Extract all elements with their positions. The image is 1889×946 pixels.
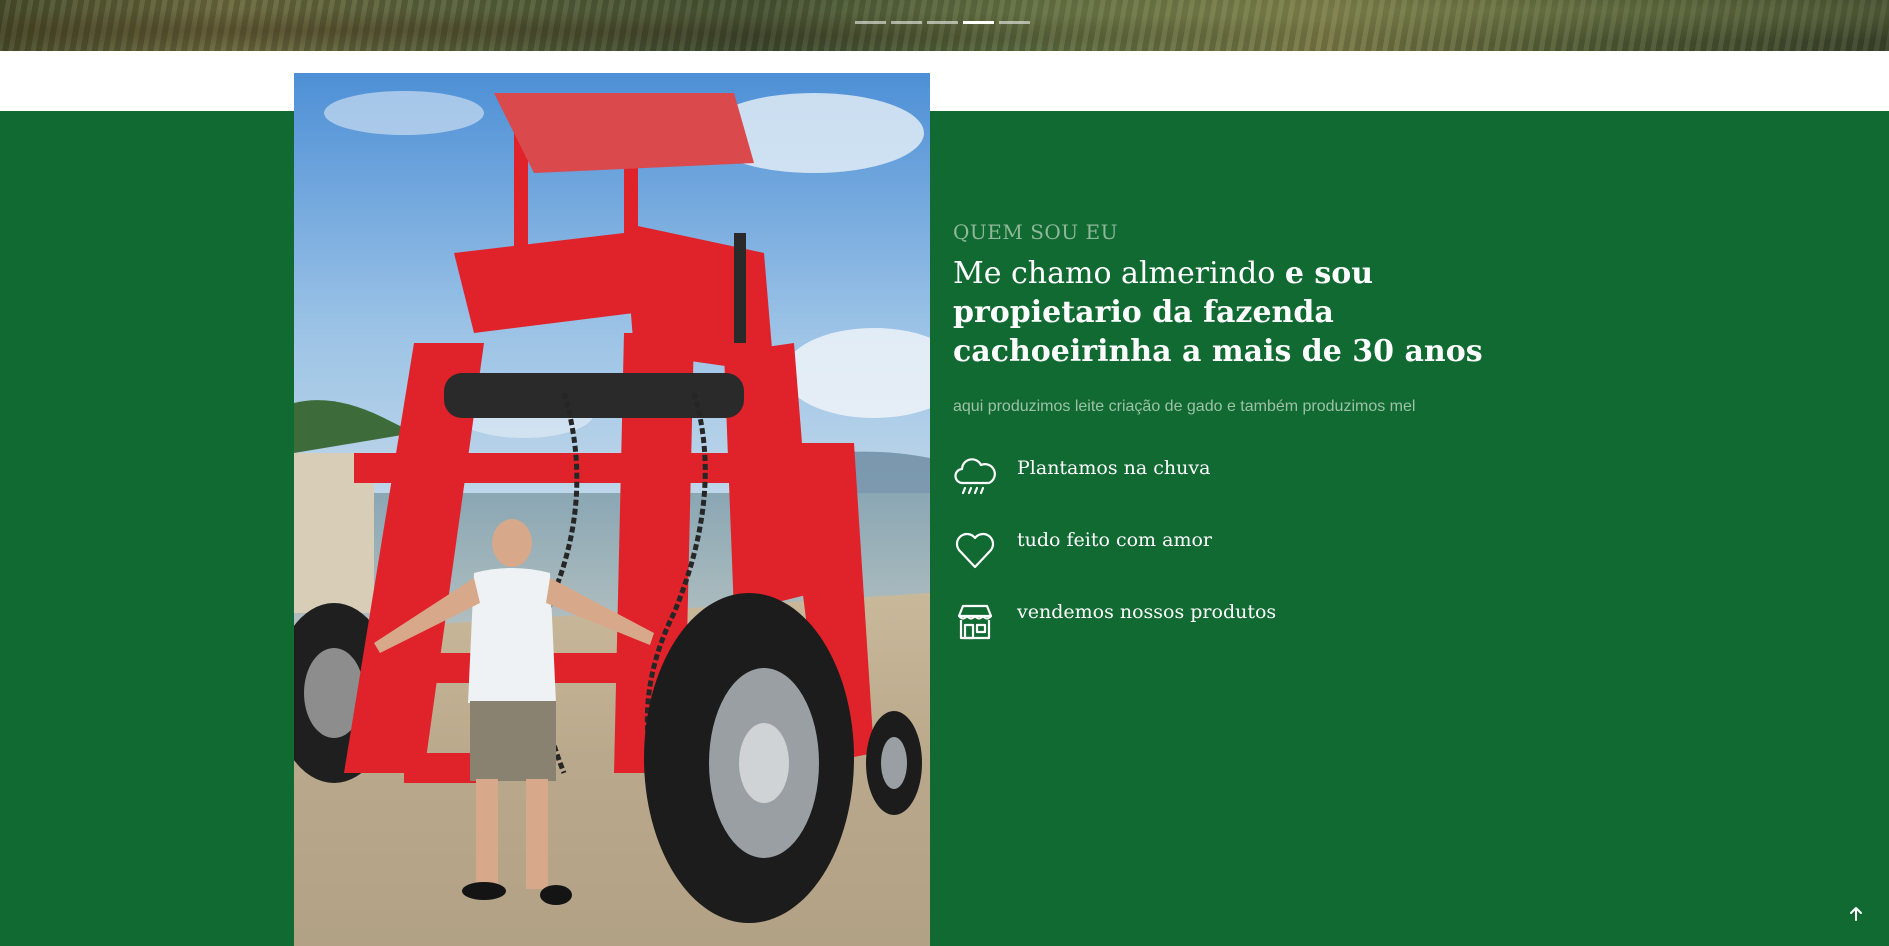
headline-regular: Me chamo almerindo bbox=[953, 256, 1276, 291]
feature-item-rain: Plantamos na chuva bbox=[953, 454, 1513, 526]
section-eyebrow: QUEM SOU EU bbox=[953, 220, 1118, 244]
back-to-top-button[interactable] bbox=[1844, 902, 1868, 926]
slider-dot-3[interactable] bbox=[927, 21, 958, 24]
feature-list: Plantamos na chuva tudo feito com amor v… bbox=[953, 454, 1513, 670]
feature-label: Plantamos na chuva bbox=[1017, 457, 1211, 479]
slider-dot-2[interactable] bbox=[891, 21, 922, 24]
arrow-up-icon bbox=[1850, 907, 1862, 921]
hero-slider bbox=[0, 0, 1889, 51]
feature-item-love: tudo feito com amor bbox=[953, 526, 1513, 598]
about-description: aqui produzimos leite criação de gado e … bbox=[953, 398, 1416, 415]
slider-dot-1[interactable] bbox=[855, 21, 886, 24]
farmer-photo bbox=[294, 73, 930, 946]
slider-indicators bbox=[855, 21, 1030, 24]
feature-label: vendemos nossos produtos bbox=[1017, 601, 1277, 623]
rain-cloud-icon bbox=[954, 458, 996, 495]
store-icon bbox=[957, 604, 993, 640]
about-headline: Me chamo almerindo e sou propietario da … bbox=[953, 254, 1513, 371]
heart-icon bbox=[955, 532, 995, 569]
slider-dot-5[interactable] bbox=[999, 21, 1030, 24]
feature-item-store: vendemos nossos produtos bbox=[953, 598, 1513, 670]
about-section: QUEM SOU EU Me chamo almerindo e sou pro… bbox=[953, 220, 1513, 670]
feature-label: tudo feito com amor bbox=[1017, 529, 1212, 551]
slider-dot-4[interactable] bbox=[963, 21, 994, 24]
section-divider bbox=[0, 51, 1889, 111]
